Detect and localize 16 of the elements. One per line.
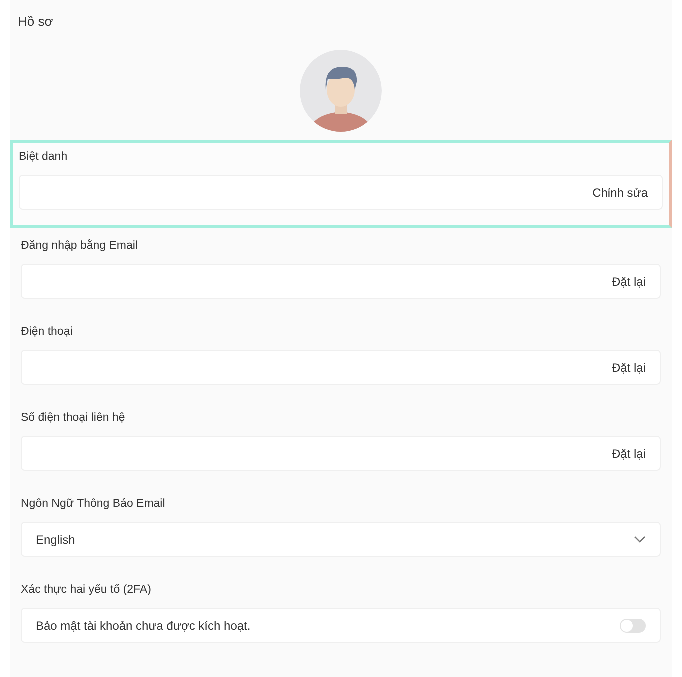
action-link[interactable]: Đặt lại <box>612 360 646 374</box>
field-label: Điện thoại <box>21 326 74 340</box>
chevron-down-icon <box>634 536 646 544</box>
action-link[interactable]: Đặt lại <box>612 446 646 460</box>
field-label: Đăng nhập bằng Email <box>21 240 139 254</box>
field-label: Xác thực hai yếu tố (2FA) <box>21 584 152 598</box>
action-link[interactable]: Chỉnh sửa <box>592 186 648 200</box>
select-field[interactable]: English <box>21 522 661 557</box>
action-link[interactable]: Đặt lại <box>612 274 646 288</box>
status-text: Bảo mật tài khoản chưa được kích hoạt. <box>36 618 251 632</box>
field-label: Ngôn Ngữ Thông Báo Email <box>21 498 166 512</box>
avatar-icon[interactable] <box>300 50 382 132</box>
field-label: Số điện thoại liên hệ <box>21 412 126 426</box>
page-title: Hồ sơ <box>17 13 54 31</box>
field-label: Biệt danh <box>19 151 69 165</box>
toggle-switch[interactable] <box>620 618 646 632</box>
